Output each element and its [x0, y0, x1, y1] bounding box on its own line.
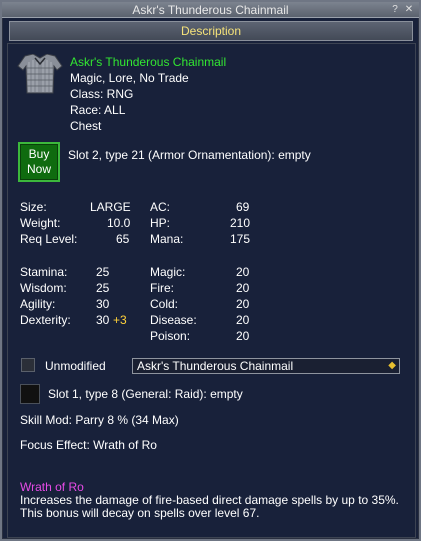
- focus-desc-line-2: This bonus will decay on spells over lev…: [20, 506, 260, 520]
- stat-ac-value: 69: [236, 200, 250, 214]
- item-window: Askr's Thunderous Chainmail ? ✕ Descript…: [0, 0, 421, 541]
- augment-slot-box[interactable]: [20, 384, 40, 404]
- stat-size-label: Size:: [20, 200, 47, 214]
- content-panel: [7, 43, 416, 538]
- item-flags: Magic, Lore, No Trade: [70, 71, 189, 85]
- stat-mana-value: 175: [230, 232, 251, 246]
- stat-reqlevel-value: 65: [116, 232, 130, 246]
- appearance-select-value: Askr's Thunderous Chainmail: [137, 359, 294, 373]
- resist-cold-label: Cold:: [150, 297, 179, 311]
- resist-poison-label: Poison:: [150, 329, 191, 343]
- buy-now-label-1: Buy: [28, 147, 50, 161]
- stat-ac-label: AC:: [150, 200, 171, 214]
- resist-fire-value: 20: [236, 281, 250, 295]
- stat-size-value: LARGE: [90, 200, 131, 214]
- title-bar[interactable]: Askr's Thunderous Chainmail ? ✕: [2, 2, 419, 18]
- attr-dexterity-label: Dexterity:: [20, 313, 71, 327]
- skill-mod-text: Skill Mod: Parry 8 % (34 Max): [20, 413, 179, 427]
- resist-poison-value: 20: [236, 329, 250, 343]
- focus-desc-line-1: Increases the damage of fire-based direc…: [20, 493, 399, 507]
- stat-weight-label: Weight:: [20, 216, 61, 230]
- attr-wisdom-value: 25: [96, 281, 110, 295]
- item-race: Race: ALL: [70, 103, 126, 117]
- stat-hp-value: 210: [230, 216, 251, 230]
- ornament-slot-text: Slot 2, type 21 (Armor Ornamentation): e…: [68, 148, 311, 162]
- augment-slot-text: Slot 1, type 8 (General: Raid): empty: [48, 387, 243, 401]
- appearance-select[interactable]: Askr's Thunderous Chainmail ◆: [132, 358, 400, 374]
- focus-name: Wrath of Ro: [20, 480, 84, 494]
- buy-now-button[interactable]: Buy Now: [18, 142, 60, 182]
- resist-disease-label: Disease:: [150, 313, 197, 327]
- chainmail-icon: [17, 53, 63, 94]
- resist-disease-value: 20: [236, 313, 250, 327]
- buy-now-label-2: Now: [26, 162, 51, 176]
- item-name: Askr's Thunderous Chainmail: [70, 55, 227, 69]
- stat-weight-value: 10.0: [107, 216, 131, 230]
- attr-dexterity-bonus: +3: [113, 313, 127, 327]
- stat-reqlevel-label: Req Level:: [20, 232, 78, 246]
- item-slot: Chest: [70, 119, 102, 133]
- unmodified-checkbox[interactable]: [21, 358, 35, 372]
- tab-description[interactable]: Description: [9, 21, 413, 41]
- window-title: Askr's Thunderous Chainmail: [132, 3, 289, 17]
- attr-dexterity-value: 30: [96, 313, 110, 327]
- resist-cold-value: 20: [236, 297, 250, 311]
- focus-effect-text: Focus Effect: Wrath of Ro: [20, 438, 157, 452]
- unmodified-label: Unmodified: [45, 359, 106, 373]
- close-icon[interactable]: ✕: [403, 3, 415, 16]
- help-icon[interactable]: ?: [389, 3, 401, 16]
- attr-stamina-value: 25: [96, 265, 110, 279]
- resist-fire-label: Fire:: [150, 281, 174, 295]
- dropdown-arrow-icon[interactable]: ◆: [388, 359, 396, 373]
- attr-stamina-label: Stamina:: [20, 265, 68, 279]
- attr-agility-value: 30: [96, 297, 110, 311]
- resist-magic-value: 20: [236, 265, 250, 279]
- stat-hp-label: HP:: [150, 216, 171, 230]
- attr-agility-label: Agility:: [20, 297, 56, 311]
- item-class: Class: RNG: [70, 87, 134, 101]
- resist-magic-label: Magic:: [150, 265, 186, 279]
- attr-wisdom-label: Wisdom:: [20, 281, 67, 295]
- stat-mana-label: Mana:: [150, 232, 184, 246]
